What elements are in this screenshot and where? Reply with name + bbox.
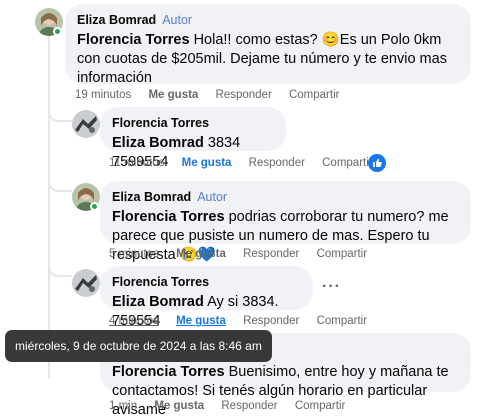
like-button[interactable]: Me gusta [176,315,226,327]
author-badge: Autor [197,190,228,204]
comment-timestamp[interactable]: 19 minutos [75,89,131,101]
timestamp-tooltip: miércoles, 9 de octubre de 2024 a las 8:… [5,330,272,362]
share-button[interactable]: Compartir [317,315,367,327]
mention-link[interactable]: Florencia Torres [112,364,225,380]
share-button[interactable]: Compartir [322,157,372,169]
comment-timestamp[interactable]: 4 minutos [109,315,159,327]
online-status-icon [90,202,99,211]
comment-actions: 5 minutos Me gusta Responder Compartir [109,248,381,260]
reply-button[interactable]: Responder [243,248,299,260]
thread-connector [48,100,72,122]
mention-link[interactable]: Florencia Torres [112,209,225,225]
reply-button[interactable]: Responder [243,315,299,327]
like-reaction-icon[interactable] [368,154,386,172]
comment-timestamp[interactable]: 1 min [109,400,137,412]
comment-bubble: Florencia Torres Eliza Bomrad 3834 75995… [100,107,286,170]
mention-link[interactable]: Eliza Bomrad [112,294,204,310]
comment-bubble: Eliza Bomrad Autor Florencia Torres Hola!… [65,4,471,86]
comment-actions: 19 minutos Me gusta Responder Compartir [75,89,353,101]
like-button[interactable]: Me gusta [148,89,198,101]
comment-author[interactable]: Eliza Bomrad [77,13,156,27]
comment-bubble: Eliza Bomrad Autor Florencia Torres podri… [100,181,471,263]
share-button[interactable]: Compartir [317,248,367,260]
comment-author[interactable]: Florencia Torres [112,115,274,131]
like-button[interactable]: Me gusta [154,400,204,412]
mention-link[interactable]: Eliza Bomrad [112,135,204,151]
reply-button[interactable]: Responder [221,400,277,412]
more-options-icon[interactable]: ··· [322,278,341,296]
share-button[interactable]: Compartir [295,400,345,412]
comment-bubble: Florencia Torres Eliza Bomrad Ay si 3834… [100,266,313,329]
comment-author[interactable]: Eliza Bomrad [112,190,191,204]
share-button[interactable]: Compartir [289,89,339,101]
comment-actions: 4 minutos Me gusta Responder Compartir [109,315,381,327]
reply-button[interactable]: Responder [216,89,272,101]
avatar[interactable] [72,269,100,297]
reply-button[interactable]: Responder [249,157,305,169]
like-button[interactable]: Me gusta [176,248,226,260]
like-button[interactable]: Me gusta [182,157,232,169]
mention-link[interactable]: Florencia Torres [77,32,190,48]
thread-connector [48,255,72,277]
avatar[interactable] [72,110,100,138]
author-badge: Autor [162,13,193,27]
comment-author[interactable]: Florencia Torres [112,274,301,290]
comment-timestamp[interactable]: 5 minutos [109,248,159,260]
comment-actions: 11 minutos Me gusta Responder Compartir [109,157,387,169]
online-status-icon [53,27,62,36]
comment-actions: 1 min Me gusta Responder Compartir [109,400,359,412]
thread-connector [48,170,72,192]
comment-timestamp[interactable]: 11 minutos [109,157,164,169]
